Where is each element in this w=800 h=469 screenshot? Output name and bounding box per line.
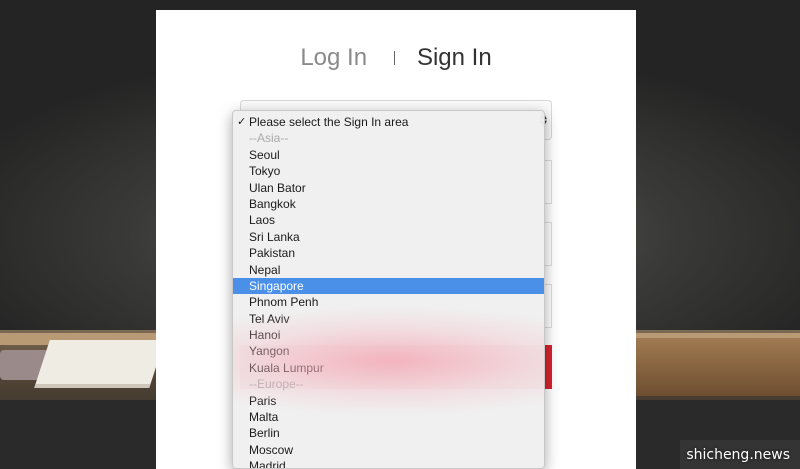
dropdown-option[interactable]: Tel Aviv — [233, 311, 544, 327]
dropdown-option[interactable]: Seoul — [233, 147, 544, 163]
dropdown-option[interactable]: Phnom Penh — [233, 294, 544, 310]
watermark: shicheng.news — [686, 447, 790, 463]
dropdown-option[interactable]: Hanoi — [233, 327, 544, 343]
option-group-label: --Asia-- — [249, 131, 289, 146]
dropdown-option[interactable]: Singapore — [233, 277, 544, 295]
checkmark-icon: ✓ — [237, 115, 247, 128]
background-tray — [636, 338, 800, 396]
dropdown-option[interactable]: Ulan Bator — [233, 180, 544, 196]
dropdown-option[interactable]: Paris — [233, 393, 544, 409]
dropdown-option[interactable]: Yangon — [233, 343, 544, 359]
tab-signin[interactable]: Sign In — [417, 44, 492, 72]
dropdown-option[interactable]: Tokyo — [233, 163, 544, 179]
dropdown-option[interactable]: Laos — [233, 212, 544, 228]
dropdown-option[interactable]: Malta — [233, 409, 544, 425]
dropdown-option-list: --Asia-- Seoul Tokyo Ulan Bator Bangkok Laos S… — [233, 130, 544, 468]
signin-area-dropdown[interactable]: ✓ Please select the Sign In area --Asia-… — [232, 110, 545, 469]
dropdown-option[interactable]: Moscow — [233, 442, 544, 458]
dropdown-option[interactable]: Madrid — [233, 458, 544, 468]
dropdown-option[interactable]: Kuala Lumpur — [233, 360, 544, 376]
placeholder-label: Please select the Sign In area — [249, 115, 409, 129]
dropdown-option[interactable]: Pakistan — [233, 245, 544, 261]
dropdown-option[interactable]: Bangkok — [233, 196, 544, 212]
dropdown-option[interactable]: Berlin — [233, 425, 544, 441]
background-book — [34, 340, 165, 388]
dropdown-placeholder-option[interactable]: ✓ Please select the Sign In area — [233, 114, 544, 130]
dropdown-option[interactable]: Nepal — [233, 262, 544, 278]
tab-divider — [393, 51, 395, 65]
tab-login[interactable]: Log In — [300, 44, 367, 72]
option-group-label: --Europe-- — [249, 377, 304, 392]
auth-tabs: Log In Sign In — [156, 44, 636, 78]
dropdown-option[interactable]: Sri Lanka — [233, 229, 544, 245]
